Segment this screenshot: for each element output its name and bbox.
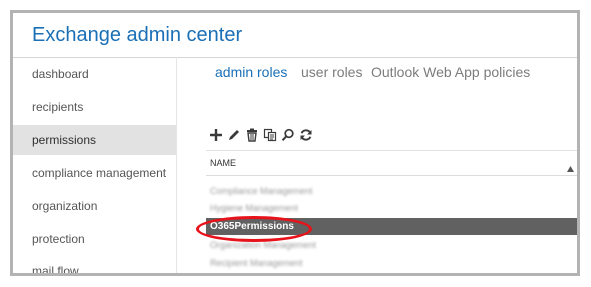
nav-item-organization[interactable]: organization	[13, 191, 176, 221]
table-row[interactable]: Compliance Management	[206, 183, 577, 200]
search-icon[interactable]	[281, 128, 295, 142]
sort-ascending-icon	[567, 159, 574, 172]
tab-user-roles[interactable]: user roles	[301, 64, 362, 80]
table-row[interactable]: Hygiene Management	[206, 200, 577, 217]
column-header-name[interactable]: NAME	[206, 150, 577, 176]
nav-item-compliance-management[interactable]: compliance management	[13, 158, 176, 188]
copy-icon[interactable]	[263, 128, 277, 142]
nav-item-dashboard[interactable]: dashboard	[13, 59, 176, 89]
title-divider	[13, 57, 577, 58]
roles-grid: NAME Compliance Management Hygiene Manag…	[206, 150, 577, 273]
delete-icon[interactable]	[245, 128, 259, 142]
eac-window: Exchange admin center dashboard recipien…	[10, 10, 580, 276]
refresh-icon[interactable]	[299, 128, 313, 142]
nav-item-mail-flow[interactable]: mail flow	[13, 256, 176, 273]
edit-icon[interactable]	[227, 128, 241, 142]
nav-divider	[176, 57, 177, 273]
tab-outlook-web-app-policies[interactable]: Outlook Web App policies	[371, 64, 530, 80]
column-header-label: NAME	[210, 158, 237, 168]
add-icon[interactable]	[209, 128, 223, 142]
nav-item-protection[interactable]: protection	[13, 224, 176, 254]
nav-item-permissions[interactable]: permissions	[13, 125, 176, 155]
table-row[interactable]: Recipient Management	[206, 255, 577, 272]
app-title: Exchange admin center	[32, 24, 243, 46]
highlight-ring-annotation	[196, 216, 312, 242]
nav-item-recipients[interactable]: recipients	[13, 92, 176, 122]
tab-admin-roles[interactable]: admin roles	[215, 64, 287, 80]
